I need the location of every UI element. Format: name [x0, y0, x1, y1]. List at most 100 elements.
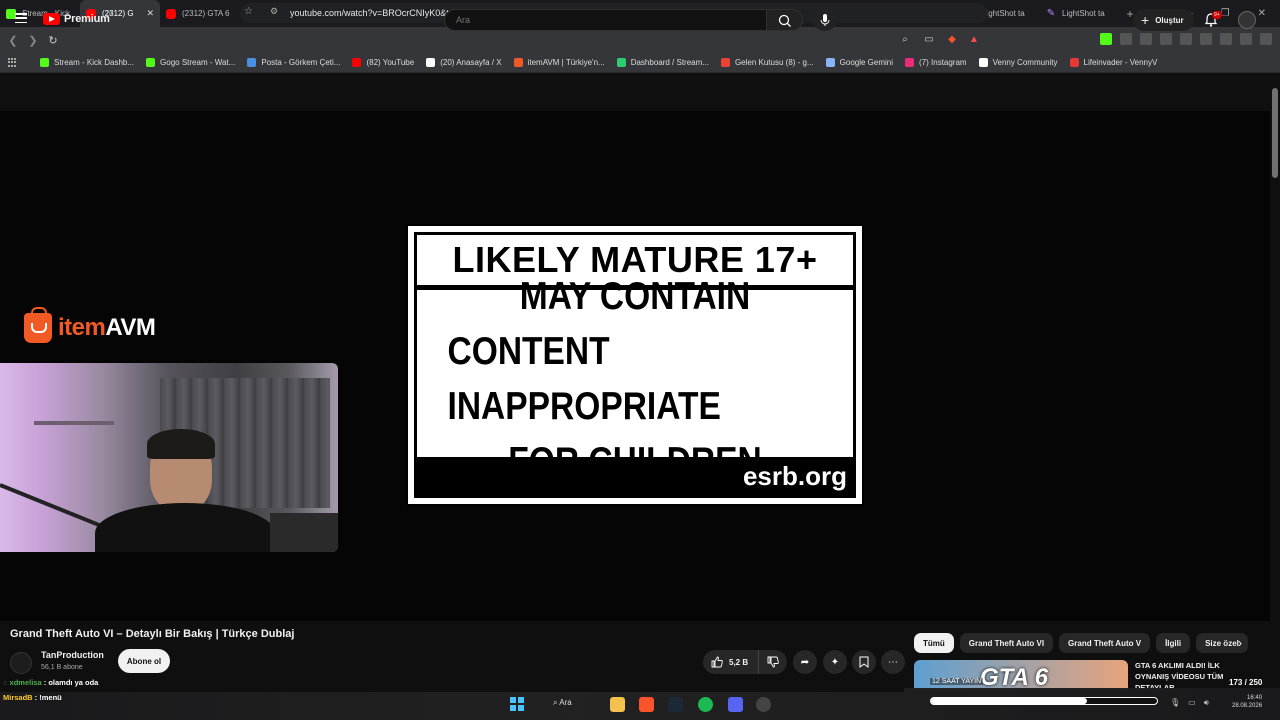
like-count: 5,2 B: [729, 657, 749, 667]
bookmark-favicon-icon: [825, 58, 835, 67]
obs-icon[interactable]: [756, 697, 771, 712]
browser-tab[interactable]: (2312) GTA 6: [160, 0, 240, 27]
share-button[interactable]: ➦: [793, 650, 817, 674]
tab-label: (2312) GTA 6: [182, 9, 230, 18]
ask-ai-button[interactable]: ✦: [823, 650, 847, 674]
taskbar-clock[interactable]: 16:40 28.08.2026: [1232, 694, 1262, 710]
wallet-icon[interactable]: [1220, 33, 1232, 45]
brave-browser-icon[interactable]: [639, 697, 654, 712]
brave-shield-icon[interactable]: ◆: [946, 34, 958, 46]
bookmark-item[interactable]: Stream - Kick Dashb...: [34, 58, 140, 67]
channel-name[interactable]: TanProduction: [41, 650, 104, 660]
shelf: [34, 421, 114, 425]
maximize-button[interactable]: ❐: [1221, 8, 1230, 19]
vpn-icon[interactable]: [1240, 33, 1252, 45]
scrollbar-thumb[interactable]: [1272, 88, 1278, 178]
bookmark-item[interactable]: Venny Community: [973, 58, 1064, 67]
like-button[interactable]: 5,2 B: [703, 650, 759, 674]
related-video-thumbnail[interactable]: GTA 6 12 SAAT YAYIN: [914, 660, 1128, 690]
search-input[interactable]: [444, 9, 767, 31]
filter-chip[interactable]: Tümü: [914, 633, 954, 653]
bookmark-favicon-icon: [247, 58, 257, 67]
extension-icon[interactable]: [1140, 33, 1152, 45]
extension-icon[interactable]: [1120, 33, 1132, 45]
bookmark-item[interactable]: Dashboard / Stream...: [611, 58, 715, 67]
bookmark-label: Dashboard / Stream...: [630, 58, 709, 67]
apps-grid-icon[interactable]: [8, 57, 18, 68]
bookmark-item[interactable]: Lifeinvader - VennyV: [1064, 58, 1164, 67]
save-button[interactable]: [852, 650, 876, 674]
microphone-icon[interactable]: 🎙︎: [1170, 698, 1180, 708]
zoom-icon[interactable]: ⌕: [899, 34, 911, 46]
hamburger-menu-icon[interactable]: [15, 13, 27, 23]
file-explorer-icon[interactable]: [610, 697, 625, 712]
url-text: youtube.com/watch?v=BROcrCNIyK0&t=7s: [290, 8, 464, 18]
windows-start-icon[interactable]: [510, 697, 524, 711]
bookmark-item[interactable]: Gelen Kutusu (8) - g...: [715, 58, 820, 67]
more-actions-button[interactable]: ⋯: [881, 650, 905, 674]
bookmark-favicon-icon: [513, 58, 523, 67]
like-dislike-group: 5,2 B: [703, 650, 787, 674]
bookmark-item[interactable]: Posta - Görkem Çeti...: [241, 58, 346, 67]
youtube-play-icon: [43, 13, 60, 25]
voice-search-button[interactable]: [813, 9, 837, 31]
chevron-right-icon[interactable]: ›: [1238, 636, 1242, 650]
user-avatar[interactable]: [1238, 11, 1256, 29]
bookmark-star-icon[interactable]: ☆: [244, 6, 253, 17]
clock-time: 16:40: [1247, 695, 1263, 701]
filter-chip[interactable]: Grand Theft Auto V: [1059, 633, 1151, 653]
goal-counter: 173 / 250: [1229, 678, 1263, 687]
discord-icon[interactable]: [728, 697, 743, 712]
logo-part-orange: item: [58, 314, 106, 341]
browser-tab[interactable]: ✎ LightShot ta: [1040, 0, 1120, 27]
taskbar-search[interactable]: ⌕ Ara: [553, 698, 572, 708]
bookmark-favicon-icon: [1069, 58, 1079, 67]
chair: [270, 513, 338, 552]
bookmarks-bar: Stream - Kick Dashb... Gogo Stream - Wat.…: [0, 53, 1280, 73]
back-button[interactable]: ❮: [3, 34, 23, 47]
reload-button[interactable]: ↻: [43, 34, 63, 47]
dislike-button[interactable]: [759, 650, 787, 674]
related-video-title[interactable]: GTA 6 AKLIMI ALDI! İLK OYNANIŞ VİDEOSU T…: [1135, 660, 1235, 690]
extension-icon[interactable]: [1100, 33, 1112, 45]
bookmark-favicon-icon: [426, 58, 436, 67]
sidebar-icon[interactable]: [1200, 33, 1212, 45]
video-player[interactable]: LIKELY MATURE 17+ MAY CONTAIN CONTENT IN…: [0, 111, 1270, 621]
close-window-button[interactable]: ✕: [1258, 8, 1266, 19]
bookmark-item[interactable]: Google Gemini: [820, 58, 899, 67]
bookmark-item[interactable]: Gogo Stream - Wat...: [140, 58, 241, 67]
music-icon[interactable]: [1160, 33, 1172, 45]
bookmark-item[interactable]: itemAVM | Türkiye'n...: [508, 58, 611, 67]
subscribe-button[interactable]: Abone ol: [118, 649, 170, 673]
bookmark-item[interactable]: (82) YouTube: [346, 58, 420, 67]
shopping-bag-icon: [24, 307, 52, 343]
streamer-hair: [147, 429, 215, 459]
create-label: Oluştur: [1155, 15, 1184, 25]
bookmark-item[interactable]: (20) Anasayfa / X: [420, 58, 507, 67]
network-icon[interactable]: ▭: [1188, 698, 1196, 708]
chat-username: xdmelisa: [9, 678, 42, 687]
cast-icon[interactable]: ▭: [923, 34, 935, 46]
bookmark-item[interactable]: (7) Instagram: [899, 58, 973, 67]
search-button[interactable]: [767, 9, 803, 31]
create-button[interactable]: + Oluştur: [1133, 9, 1194, 31]
rating-line: MAY CONTAIN: [519, 274, 751, 318]
profile-icon[interactable]: [1260, 33, 1272, 45]
spotify-icon[interactable]: [698, 697, 713, 712]
close-tab-icon[interactable]: ✕: [146, 8, 154, 19]
brave-rewards-icon[interactable]: ▲: [968, 34, 980, 46]
volume-icon[interactable]: 🔊︎: [1204, 698, 1209, 708]
search-icon: [778, 14, 791, 27]
thumbs-down-icon: [767, 656, 779, 668]
steam-icon[interactable]: [668, 697, 683, 712]
filter-chip[interactable]: Grand Theft Auto VI: [959, 633, 1054, 653]
extension-icon[interactable]: [1180, 33, 1192, 45]
site-info-icon[interactable]: ⚙: [270, 6, 278, 17]
youtube-premium-logo[interactable]: Premium: [43, 13, 110, 25]
filter-chip[interactable]: İlgili: [1156, 633, 1191, 653]
youtube-icon: [166, 8, 176, 19]
taskbar-search-label: Ara: [559, 698, 572, 707]
channel-avatar[interactable]: [10, 652, 32, 674]
video-title: Grand Theft Auto VI – Detaylı Bir Bakış …: [10, 628, 295, 640]
forward-button[interactable]: ❯: [23, 34, 43, 47]
